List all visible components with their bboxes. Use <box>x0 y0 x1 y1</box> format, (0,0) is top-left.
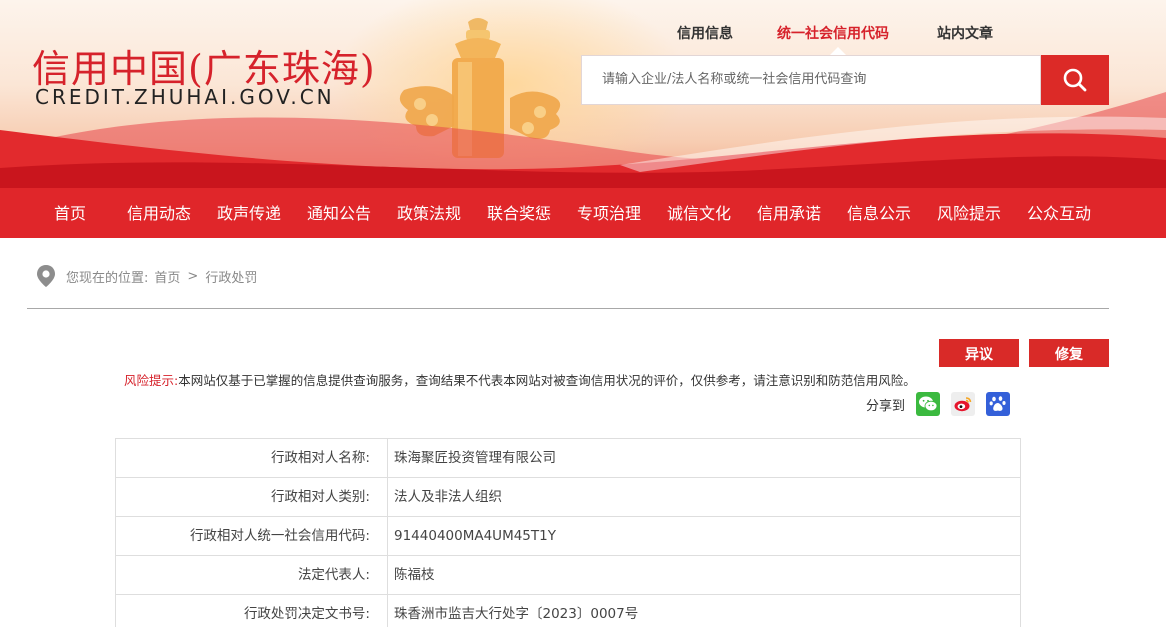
nav-item-policy-voice[interactable]: 政声传递 <box>217 188 281 238</box>
nav-item-regulations[interactable]: 政策法规 <box>397 188 461 238</box>
field-value: 陈福枝 <box>388 556 1021 594</box>
table-row: 行政相对人统一社会信用代码: 91440400MA4UM45T1Y <box>116 517 1021 556</box>
location-pin-icon <box>37 265 55 287</box>
field-label: 行政相对人统一社会信用代码: <box>116 517 388 555</box>
table-row: 行政相对人类别: 法人及非法人组织 <box>116 478 1021 517</box>
nav-item-credit-news[interactable]: 信用动态 <box>127 188 191 238</box>
main-nav: 首页 信用动态 政声传递 通知公告 政策法规 联合奖惩 专项治理 诚信文化 信用… <box>0 188 1166 238</box>
risk-notice: 风险提示:本网站仅基于已掌握的信息提供查询服务，查询结果不代表本网站对被查询信用… <box>124 370 916 389</box>
nav-item-info-disclosure[interactable]: 信息公示 <box>847 188 911 238</box>
table-row: 法定代表人: 陈福枝 <box>116 556 1021 595</box>
nav-item-public-interaction[interactable]: 公众互动 <box>1027 188 1091 238</box>
risk-notice-label: 风险提示: <box>124 373 179 388</box>
field-label: 法定代表人: <box>116 556 388 594</box>
nav-item-notices[interactable]: 通知公告 <box>307 188 371 238</box>
nav-item-integrity-culture[interactable]: 诚信文化 <box>667 188 731 238</box>
penalty-record-table: 行政相对人名称: 珠海聚匠投资管理有限公司 行政相对人类别: 法人及非法人组织 … <box>115 438 1021 627</box>
tab-site-articles[interactable]: 站内文章 <box>937 23 993 43</box>
search-icon <box>1063 68 1087 92</box>
site-domain: CREDIT.ZHUHAI.GOV.CN <box>35 85 335 109</box>
weibo-icon[interactable] <box>951 392 976 416</box>
share-bar: 分享到 <box>866 392 1011 416</box>
breadcrumb-separator: > <box>187 268 199 284</box>
nav-item-joint-rewards[interactable]: 联合奖惩 <box>487 188 551 238</box>
breadcrumb-divider <box>27 308 1109 309</box>
tab-unified-credit-code[interactable]: 统一社会信用代码 <box>777 23 889 43</box>
search-input[interactable]: 请输入企业/法人名称或统一社会信用代码查询 <box>581 55 1041 105</box>
field-label: 行政相对人名称: <box>116 439 388 477</box>
field-value: 珠海聚匠投资管理有限公司 <box>388 439 1021 477</box>
share-label: 分享到 <box>866 398 906 414</box>
tab-credit-info[interactable]: 信用信息 <box>677 23 733 43</box>
nav-item-special-governance[interactable]: 专项治理 <box>577 188 641 238</box>
nav-item-credit-commitment[interactable]: 信用承诺 <box>757 188 821 238</box>
risk-notice-text: 本网站仅基于已掌握的信息提供查询服务，查询结果不代表本网站对被查询信用状况的评价… <box>178 373 916 388</box>
baidu-icon[interactable] <box>986 392 1011 416</box>
breadcrumb-current[interactable]: 行政处罚 <box>205 267 257 286</box>
field-label: 行政相对人类别: <box>116 478 388 516</box>
repair-button[interactable]: 修复 <box>1029 339 1109 367</box>
nav-item-risk-alert[interactable]: 风险提示 <box>937 188 1001 238</box>
nav-item-home[interactable]: 首页 <box>54 188 86 238</box>
table-row: 行政相对人名称: 珠海聚匠投资管理有限公司 <box>116 439 1021 478</box>
field-label: 行政处罚决定文书号: <box>116 595 388 627</box>
breadcrumb: 您现在的位置: 首页 > 行政处罚 <box>36 264 257 288</box>
search-button[interactable] <box>1041 55 1109 105</box>
objection-button[interactable]: 异议 <box>939 339 1019 367</box>
field-value: 91440400MA4UM45T1Y <box>388 517 1021 555</box>
wechat-icon[interactable] <box>916 392 941 416</box>
table-row: 行政处罚决定文书号: 珠香洲市监吉大行处字〔2023〕0007号 <box>116 595 1021 627</box>
field-value: 法人及非法人组织 <box>388 478 1021 516</box>
field-value: 珠香洲市监吉大行处字〔2023〕0007号 <box>388 595 1021 627</box>
search-tabs: 信用信息 统一社会信用代码 站内文章 <box>0 23 1166 43</box>
header-banner: 信用中国(广东珠海) CREDIT.ZHUHAI.GOV.CN 信用信息 统一社… <box>0 0 1166 188</box>
breadcrumb-home-link[interactable]: 首页 <box>154 267 180 286</box>
active-tab-indicator <box>830 47 846 55</box>
breadcrumb-prefix: 您现在的位置: <box>66 270 149 286</box>
